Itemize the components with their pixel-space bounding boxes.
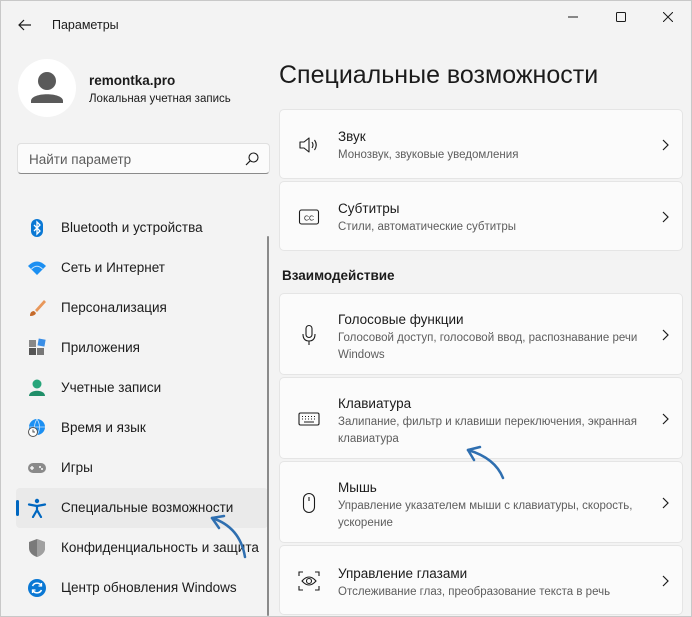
chevron-right-icon (662, 211, 669, 223)
svg-text:CC: CC (304, 216, 314, 223)
microphone-icon (302, 324, 316, 345)
card-title: Клавиатура (338, 396, 412, 411)
back-button[interactable] (10, 10, 40, 40)
card-subtitle: Залипание, фильтр и клавиши переключения… (338, 416, 637, 445)
sidebar-item-label: Игры (61, 460, 93, 475)
sidebar-item-accounts[interactable]: Учетные записи (16, 368, 268, 408)
page-title: Специальные возможности (279, 61, 599, 89)
app-title: Параметры (52, 18, 119, 32)
sidebar-item-label: Конфиденциальность и защита (61, 540, 259, 555)
search-placeholder: Найти параметр (29, 152, 132, 167)
apps-icon (29, 338, 46, 355)
sidebar-item-time-language[interactable]: Время и язык (16, 408, 268, 448)
account-type: Локальная учетная запись (89, 93, 231, 105)
card-keyboard[interactable]: Клавиатура Залипание, фильтр и клавиши п… (279, 377, 683, 459)
sidebar-item-network[interactable]: Сеть и Интернет (16, 248, 268, 288)
sidebar-item-label: Центр обновления Windows (61, 580, 237, 595)
card-captions[interactable]: CC Субтитры Стили, автоматические субтит… (279, 181, 683, 251)
sidebar-item-label: Время и язык (61, 420, 146, 435)
chevron-right-icon (662, 575, 669, 587)
close-icon (663, 12, 673, 22)
sidebar-item-label: Сеть и Интернет (61, 260, 165, 275)
sidebar-item-label: Приложения (61, 340, 140, 355)
card-eye-control[interactable]: Управление глазами Отслеживание глаз, пр… (279, 545, 683, 615)
avatar[interactable] (18, 59, 76, 117)
eye-control-icon (298, 571, 320, 591)
card-mouse[interactable]: Мышь Управление указателем мыши с клавиа… (279, 461, 683, 543)
sidebar-item-privacy[interactable]: Конфиденциальность и защита (16, 528, 268, 568)
mouse-icon (302, 492, 316, 514)
card-subtitle: Управление указателем мыши с клавиатуры,… (338, 500, 633, 529)
card-title: Звук (338, 129, 366, 144)
selection-indicator (16, 500, 19, 516)
brush-icon (30, 300, 46, 316)
sidebar-item-windows-update[interactable]: Центр обновления Windows (16, 568, 268, 608)
card-subtitle: Монозвук, звуковые уведомления (338, 149, 519, 161)
sidebar-item-label: Специальные возможности (61, 500, 234, 515)
maximize-button[interactable] (598, 2, 644, 32)
sidebar-item-apps[interactable]: Приложения (16, 328, 268, 368)
sidebar-item-personalization[interactable]: Персонализация (16, 288, 268, 328)
card-subtitle: Отслеживание глаз, преобразование текста… (338, 586, 611, 598)
title-bar: Параметры (0, 0, 692, 48)
chevron-right-icon (662, 413, 669, 425)
sidebar-item-accessibility[interactable]: Специальные возможности (16, 488, 268, 528)
card-subtitle: Голосовой доступ, голосовой ввод, распоз… (338, 332, 638, 361)
arrow-left-icon (18, 19, 31, 31)
card-subtitle: Стили, автоматические субтитры (338, 221, 517, 233)
chevron-right-icon (662, 497, 669, 509)
search-input[interactable]: Найти параметр (17, 143, 270, 174)
keyboard-icon (298, 412, 320, 426)
user-icon (31, 72, 63, 103)
gamepad-icon (28, 463, 46, 473)
speaker-icon (299, 137, 317, 153)
chevron-right-icon (662, 139, 669, 151)
card-title: Голосовые функции (338, 312, 464, 327)
card-title: Мышь (338, 480, 377, 495)
captions-icon: CC (298, 209, 320, 225)
card-sound[interactable]: Звук Монозвук, звуковые уведомления (279, 109, 683, 179)
sidebar-item-games[interactable]: Игры (16, 448, 268, 488)
bluetooth-icon (31, 219, 43, 237)
sidebar-item-label: Bluetooth и устройства (61, 220, 203, 235)
shield-icon (29, 539, 45, 557)
sidebar-scrollbar[interactable] (267, 236, 269, 616)
maximize-icon (616, 12, 626, 22)
minimize-icon (568, 16, 578, 18)
card-title: Управление глазами (338, 566, 468, 581)
sidebar-nav: Bluetooth и устройства Сеть и Интернет П… (16, 208, 268, 608)
update-icon (28, 579, 46, 597)
section-title-interaction: Взаимодействие (282, 268, 395, 283)
accessibility-icon (27, 498, 47, 518)
user-name: remontka.pro (89, 73, 176, 88)
search-icon[interactable] (245, 152, 259, 166)
sidebar-item-label: Персонализация (61, 300, 167, 315)
card-speech[interactable]: Голосовые функции Голосовой доступ, голо… (279, 293, 683, 375)
chevron-right-icon (662, 329, 669, 341)
account-icon (29, 379, 45, 396)
card-title: Субтитры (338, 201, 400, 216)
wifi-icon (28, 261, 46, 275)
sidebar-item-label: Учетные записи (61, 380, 162, 395)
time-language-icon (28, 418, 45, 437)
sidebar-item-bluetooth[interactable]: Bluetooth и устройства (16, 208, 268, 248)
close-button[interactable] (645, 2, 691, 32)
minimize-button[interactable] (550, 2, 596, 32)
